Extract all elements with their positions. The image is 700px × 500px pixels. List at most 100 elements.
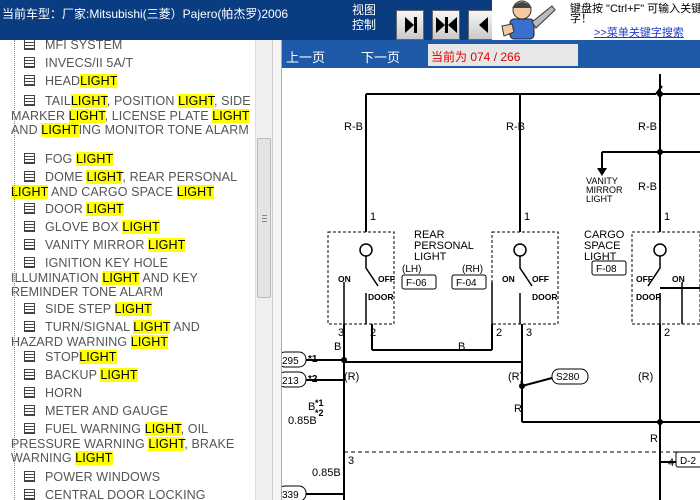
- tree-item-label: DOOR LIGHT: [45, 202, 124, 216]
- note-marker: *1: [308, 354, 318, 365]
- document-icon: [24, 423, 35, 434]
- document-icon: [24, 303, 35, 314]
- switch-off-label: OFF: [636, 274, 653, 284]
- document-icon: [24, 153, 35, 164]
- tree-item-label: INVECS/II 5A/T: [45, 56, 134, 70]
- pin-label: 2: [664, 327, 670, 339]
- switch-off-label: OFF: [378, 274, 395, 284]
- keyword-search-link[interactable]: >>菜单关键字搜索: [594, 24, 684, 40]
- pin-label: 3: [348, 455, 354, 467]
- arrow-right-icon: [436, 17, 445, 33]
- document-icon: [24, 351, 35, 362]
- bar-icon: [414, 17, 417, 33]
- wire-color-label: R-B: [638, 181, 657, 193]
- connector-f08-label: F-08: [596, 264, 617, 275]
- document-icon: [24, 221, 35, 232]
- tree-item-label: TURN/SIGNAL LIGHT AND HAZARD WARNING LIG…: [11, 320, 200, 349]
- tree-item[interactable]: SIDE STEP LIGHT: [11, 302, 251, 317]
- document-icon: [24, 203, 35, 214]
- help-box: 键盘按 "Ctrl+F" 可输入关键 字！ >>菜单关键字搜索: [556, 0, 700, 40]
- pin-label: 3: [338, 327, 344, 339]
- scrollbar-thumb[interactable]: [257, 138, 271, 298]
- tree-item-label: VANITY MIRROR LIGHT: [45, 238, 186, 252]
- connector-339-label: 339: [282, 490, 299, 500]
- document-icon: [24, 369, 35, 380]
- wire-color-label: 0.85B: [312, 467, 341, 479]
- wire-color-label: (R): [344, 371, 359, 383]
- prev-page-link[interactable]: 上一页: [286, 47, 325, 66]
- tree-item[interactable]: FUEL WARNING LIGHT, OIL PRESSURE WARNING…: [11, 422, 251, 466]
- tree-item[interactable]: METER AND GAUGE: [11, 404, 251, 419]
- pane-splitter[interactable]: [272, 40, 282, 500]
- document-icon: [24, 75, 35, 86]
- wire-color-label: R: [514, 403, 522, 415]
- wiring-diagram: R-B R-B R-B R-B 1 1 1 VANITY MIRROR LIGH…: [282, 68, 700, 500]
- switch-on-label: ON: [502, 274, 515, 284]
- page-status: 当前为 074 / 266: [428, 44, 578, 66]
- pin-label: 2: [370, 327, 376, 339]
- tree-item[interactable]: IGNITION KEY HOLE ILLUMINATION LIGHT AND…: [11, 256, 251, 300]
- switch-door-label: DOOR: [532, 292, 558, 302]
- pin-label: 2: [496, 327, 502, 339]
- play-left-icon: [479, 17, 488, 33]
- arrow-left-icon: [448, 17, 457, 33]
- tree-item[interactable]: HORN: [11, 386, 251, 401]
- view-prev-button[interactable]: [468, 10, 494, 40]
- connector-295-label: 295: [282, 356, 299, 367]
- wire-color-label: 0.85B: [288, 415, 317, 427]
- next-page-link[interactable]: 下一页: [361, 47, 400, 66]
- tree-item[interactable]: TURN/SIGNAL LIGHT AND HAZARD WARNING LIG…: [11, 320, 251, 349]
- page-nav-bar: 上一页 下一页 当前为 074 / 266: [282, 40, 700, 68]
- tree-item-label: HORN: [45, 386, 83, 400]
- tree-item[interactable]: CENTRAL DOOR LOCKING: [11, 488, 251, 500]
- tree-item[interactable]: FOG LIGHT: [11, 152, 251, 167]
- grip-line: [262, 221, 267, 222]
- tree-item[interactable]: GLOVE BOX LIGHT: [11, 220, 251, 235]
- grip-line: [262, 218, 267, 219]
- rh-label: (RH): [462, 264, 483, 275]
- switch-on-label: ON: [672, 274, 685, 284]
- switch-door-label: DOOR: [368, 292, 394, 302]
- tree-item-label: POWER WINDOWS: [45, 470, 161, 484]
- tree-item-label: BACKUP LIGHT: [45, 368, 138, 382]
- rear-personal-label: LIGHT: [414, 251, 447, 263]
- document-icon: [24, 40, 35, 50]
- mascot-icon: [492, 0, 558, 40]
- tree-item[interactable]: BACKUP LIGHT: [11, 368, 251, 383]
- tree-item[interactable]: MFI SYSTEM: [11, 40, 251, 53]
- connector-f06-label: F-06: [406, 278, 427, 289]
- tree-item-label: METER AND GAUGE: [45, 404, 169, 418]
- tree-item[interactable]: POWER WINDOWS: [11, 470, 251, 485]
- view-next-button[interactable]: [396, 10, 424, 40]
- document-icon: [24, 387, 35, 398]
- tree-item[interactable]: DOOR LIGHT: [11, 202, 251, 217]
- tree-item[interactable]: HEADLIGHT: [11, 74, 251, 89]
- tree-item[interactable]: TAILLIGHT, POSITION LIGHT, SIDE MARKER L…: [11, 94, 251, 138]
- vanity-mirror-label: LIGHT: [586, 194, 613, 204]
- switch-off-label: OFF: [532, 274, 549, 284]
- current-model-title: 当前车型：厂家:Mitsubishi(三菱）Pajero(帕杰罗)2006: [2, 7, 289, 21]
- tree-scrollbar[interactable]: [255, 40, 272, 500]
- connector-213-label: 213: [282, 376, 299, 387]
- topic-tree: MFI SYSTEM INVECS/II 5A/T HEADLIGHT TAILLIG…: [0, 40, 255, 500]
- page-counter: 当前为 074 / 266: [431, 50, 521, 64]
- tree-item-label: IGNITION KEY HOLE ILLUMINATION LIGHT AND…: [11, 256, 198, 299]
- tree-item[interactable]: VANITY MIRROR LIGHT: [11, 238, 251, 253]
- tree-item-label: GLOVE BOX LIGHT: [45, 220, 160, 234]
- switch-door-label: DOOR: [636, 292, 662, 302]
- switch-on-label: ON: [338, 274, 351, 284]
- wire-color-label: (R): [638, 371, 653, 383]
- view-control-line2: 控制: [352, 18, 377, 32]
- pin-label: 3: [526, 327, 532, 339]
- wire-color-label: B: [458, 341, 465, 353]
- lh-label: (LH): [402, 264, 421, 275]
- tree-item-label: FUEL WARNING LIGHT, OIL PRESSURE WARNING…: [11, 422, 235, 465]
- view-expand-button[interactable]: [432, 10, 460, 40]
- tree-item[interactable]: STOPLIGHT: [11, 350, 251, 365]
- wire-color-label: B: [334, 341, 341, 353]
- document-icon: [24, 171, 35, 182]
- document-icon: [24, 239, 35, 250]
- tree-item[interactable]: INVECS/II 5A/T: [11, 56, 251, 71]
- pin-label: 1: [664, 211, 670, 223]
- tree-item[interactable]: DOME LIGHT, REAR PERSONAL LIGHT AND CARG…: [11, 170, 251, 199]
